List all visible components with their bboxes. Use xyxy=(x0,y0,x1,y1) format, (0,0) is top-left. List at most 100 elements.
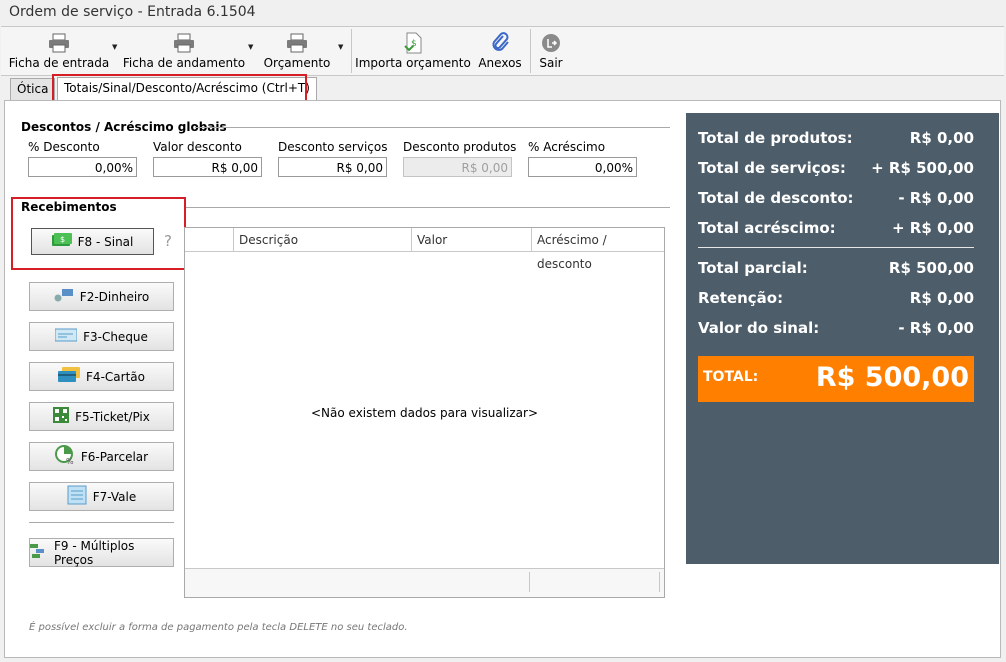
ficha-entrada-label: Ficha de entrada xyxy=(8,56,110,70)
sinal-button[interactable]: $ F8 - Sinal xyxy=(31,228,154,255)
recebimentos-buttons-divider xyxy=(29,522,174,523)
multiple-prices-icon xyxy=(30,544,48,561)
qrcode-icon xyxy=(53,407,70,426)
recebimentos-divider xyxy=(185,207,670,208)
title-bar: Ordem de serviço - Entrada 6.1504 xyxy=(0,0,1006,26)
parcelar-button[interactable]: % F6-Parcelar xyxy=(29,442,174,471)
cheque-label: F3-Cheque xyxy=(83,329,148,344)
desconto-produtos-label: Desconto produtos xyxy=(403,140,517,154)
ficha-entrada-dropdown-icon[interactable]: ▼ xyxy=(112,43,117,51)
summary-divider xyxy=(698,247,974,248)
multiplos-precos-button[interactable]: F9 - Múltiplos Preços xyxy=(29,538,174,567)
toolbar-separator xyxy=(530,29,531,73)
help-icon[interactable]: ? xyxy=(164,232,172,250)
grid-empty-message: <Não existem dados para visualizar> xyxy=(310,406,538,420)
cartao-button[interactable]: F4-Cartão xyxy=(29,362,174,391)
coins-icon xyxy=(54,288,74,305)
valor-desconto-label: Valor desconto xyxy=(153,140,242,154)
orcamento-label: Orçamento xyxy=(263,56,331,70)
summary-servicos-value: + R$ 500,00 xyxy=(871,159,974,177)
summary-acrescimo-value: + R$ 0,00 xyxy=(891,219,974,237)
credit-card-icon xyxy=(58,367,81,386)
summary-parcial-label: Total parcial: xyxy=(698,259,808,277)
sair-button[interactable]: Sair xyxy=(534,27,568,75)
dinheiro-label: F2-Dinheiro xyxy=(79,289,150,304)
grid-header-valor[interactable]: Valor xyxy=(412,228,532,252)
ficha-andamento-button[interactable]: Ficha de andamento xyxy=(122,27,246,75)
ficha-andamento-label: Ficha de andamento xyxy=(122,56,246,70)
money-icon: $ xyxy=(51,233,72,250)
window-title: Ordem de serviço - Entrada 6.1504 xyxy=(9,4,256,20)
footer-hint: É possível excluir a forma de pagamento … xyxy=(29,622,408,633)
sair-label: Sair xyxy=(539,56,563,70)
summary-produtos-value: R$ 0,00 xyxy=(909,129,974,147)
desconto-produtos-field: R$ 0,00 xyxy=(403,157,512,177)
toolbar: Ficha de entrada ▼ Ficha de andamento ▼ … xyxy=(1,26,1004,76)
vale-button[interactable]: F7-Vale xyxy=(29,482,174,511)
summary-desconto-row: Total de desconto: - R$ 0,00 xyxy=(698,189,974,213)
sinal-label: F8 - Sinal xyxy=(77,234,134,249)
summary-retencao-label: Retenção: xyxy=(698,289,784,307)
summary-desconto-label: Total de desconto: xyxy=(698,189,854,207)
parcelar-label: F6-Parcelar xyxy=(80,449,149,464)
grid-header-descricao[interactable]: Descrição xyxy=(234,228,412,252)
summary-acrescimo-label: Total acréscimo: xyxy=(698,219,836,237)
summary-sinal-value: - R$ 0,00 xyxy=(898,319,974,337)
paperclip-icon xyxy=(490,32,510,53)
desconto-servicos-label: Desconto serviços xyxy=(278,140,388,154)
dinheiro-button[interactable]: F2-Dinheiro xyxy=(29,282,174,311)
svg-text:$: $ xyxy=(60,235,65,244)
ficha-andamento-dropdown-icon[interactable]: ▼ xyxy=(248,43,253,51)
pct-desconto-label: % Desconto xyxy=(28,140,100,154)
summary-parcial-value: R$ 500,00 xyxy=(888,259,974,277)
total-box: TOTAL: R$ 500,00 xyxy=(698,356,974,402)
cartao-label: F4-Cartão xyxy=(86,369,145,384)
anexos-label: Anexos xyxy=(478,56,522,70)
pct-acrescimo-field[interactable]: 0,00% xyxy=(528,157,637,177)
total-label: TOTAL: xyxy=(703,369,759,385)
orcamento-button[interactable]: Orçamento xyxy=(261,27,333,75)
ficha-entrada-button[interactable]: Ficha de entrada xyxy=(9,27,109,75)
summary-retencao-value: R$ 0,00 xyxy=(909,289,974,307)
anexos-button[interactable]: Anexos xyxy=(475,27,525,75)
voucher-icon xyxy=(67,485,87,508)
pct-acrescimo-label: % Acréscimo xyxy=(528,140,606,154)
valor-desconto-field[interactable]: R$ 0,00 xyxy=(153,157,262,177)
desconto-servicos-field[interactable]: R$ 0,00 xyxy=(278,157,387,177)
cheque-icon xyxy=(54,328,78,345)
summary-parcial-row: Total parcial: R$ 500,00 xyxy=(698,259,974,283)
printer-icon xyxy=(173,33,195,53)
summary-produtos-row: Total de produtos: R$ 0,00 xyxy=(698,129,974,153)
grid-footer-divider xyxy=(659,572,660,592)
import-document-icon: $ xyxy=(403,32,423,54)
summary-servicos-row: Total de serviços: + R$ 500,00 xyxy=(698,159,974,183)
orcamento-dropdown-icon[interactable]: ▼ xyxy=(338,43,343,51)
vale-label: F7-Vale xyxy=(92,489,137,504)
printer-icon xyxy=(48,33,70,53)
toolbar-separator xyxy=(351,29,352,73)
printer-icon xyxy=(286,33,308,53)
grid-footer-divider xyxy=(529,572,530,592)
grid-footer xyxy=(185,568,664,597)
recebimentos-grid[interactable]: Descrição Valor Acréscimo / desconto <Nã… xyxy=(184,227,665,598)
tab-otica-label: Ótica xyxy=(17,82,49,96)
ticket-pix-label: F5-Ticket/Pix xyxy=(75,409,150,424)
total-value: R$ 500,00 xyxy=(815,362,969,393)
summary-sinal-row: Valor do sinal: - R$ 0,00 xyxy=(698,319,974,343)
ticket-pix-button[interactable]: F5-Ticket/Pix xyxy=(29,402,174,431)
summary-produtos-label: Total de produtos: xyxy=(698,129,853,147)
grid-header-acrescimo[interactable]: Acréscimo / desconto xyxy=(532,228,664,271)
summary-panel: Total de produtos: R$ 0,00 Total de serv… xyxy=(686,113,999,564)
installment-icon: % xyxy=(54,445,75,468)
grid-header-blank xyxy=(185,228,234,252)
tab-otica[interactable]: Ótica xyxy=(10,78,56,100)
summary-acrescimo-row: Total acréscimo: + R$ 0,00 xyxy=(698,219,974,243)
importa-orcamento-button[interactable]: $ Importa orçamento xyxy=(355,27,471,75)
exit-icon xyxy=(541,33,561,53)
descontos-divider xyxy=(195,127,670,128)
cheque-button[interactable]: F3-Cheque xyxy=(29,322,174,351)
summary-sinal-label: Valor do sinal: xyxy=(698,319,820,337)
pct-desconto-field[interactable]: 0,00% xyxy=(28,157,137,177)
importa-orcamento-label: Importa orçamento xyxy=(355,56,471,70)
svg-text:%: % xyxy=(66,457,74,465)
